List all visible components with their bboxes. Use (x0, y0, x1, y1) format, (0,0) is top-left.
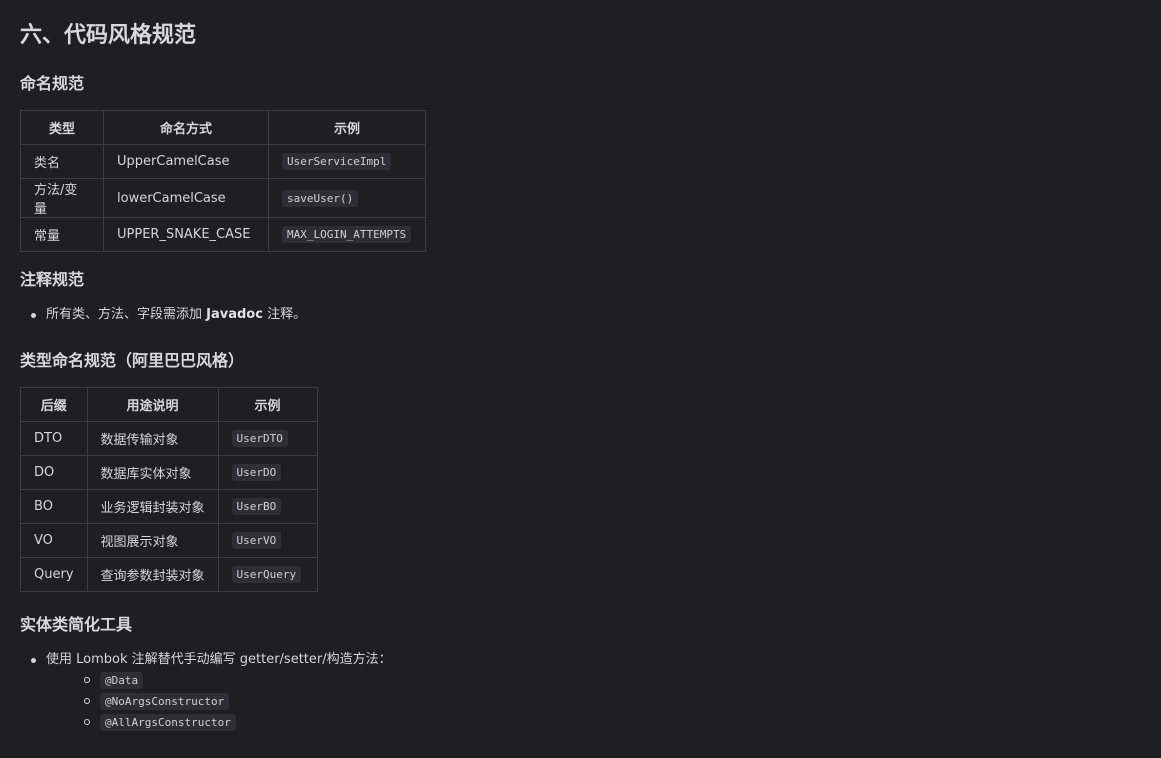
table-row: 方法/变量 lowerCamelCase saveUser() (20, 178, 426, 218)
style-cell: UpperCamelCase (103, 144, 269, 179)
type-cell: 常量 (20, 217, 104, 252)
annotation-item: @NoArgsConstructor (46, 691, 392, 712)
example-code: UserQuery (231, 566, 302, 583)
list-item: 使用 Lombok 注解替代手动编写 getter/setter/构造方法： @… (20, 650, 392, 733)
style-cell: UPPER_SNAKE_CASE (103, 217, 269, 252)
table-row: DO 数据库实体对象 UserDO (20, 455, 318, 490)
annotation-item: @AllArgsConstructor (46, 712, 392, 733)
item-text: 所有类、方法、字段需添加 (46, 307, 207, 322)
table-row: Query 查询参数封装对象 UserQuery (20, 557, 318, 592)
table-header-row: 类型 命名方式 示例 (20, 110, 426, 145)
annotation-code: @NoArgsConstructor (100, 693, 230, 710)
header-cell: 用途说明 (86, 387, 219, 422)
header-cell: 示例 (217, 387, 318, 422)
table-row: BO 业务逻辑封装对象 UserBO (20, 489, 318, 524)
example-code: MAX_LOGIN_ATTEMPTS (282, 226, 412, 243)
example-code: saveUser() (282, 189, 359, 207)
table-row: 常量 UPPER_SNAKE_CASE MAX_LOGIN_ATTEMPTS (20, 217, 426, 252)
example-cell: saveUser() (268, 178, 426, 218)
example-cell: UserDO (217, 455, 318, 490)
type-cell: 方法/变量 (20, 178, 104, 218)
annotation-list: @Data @NoArgsConstructor @AllArgsConstru… (46, 670, 392, 733)
example-code: UserBO (231, 498, 282, 515)
annotation-code: @Data (100, 672, 144, 689)
example-cell: UserQuery (217, 557, 318, 592)
suffix-cell: DTO (20, 421, 88, 456)
desc-cell: 数据库实体对象 (86, 455, 219, 490)
desc-cell: 数据传输对象 (86, 421, 219, 456)
item-text: 使用 Lombok 注解替代手动编写 getter/setter/构造方法： (46, 652, 392, 667)
header-cell: 后缀 (20, 387, 88, 422)
table-row: DTO 数据传输对象 UserDTO (20, 421, 318, 456)
example-code: UserVO (231, 532, 282, 549)
style-cell: lowerCamelCase (103, 178, 269, 218)
suffix-cell: DO (20, 455, 88, 490)
list-item: 所有类、方法、字段需添加 Javadoc 注释。 (20, 305, 306, 325)
example-code: UserDO (231, 464, 282, 481)
desc-cell: 查询参数封装对象 (86, 557, 219, 592)
table-row: VO 视图展示对象 UserVO (20, 523, 318, 558)
example-cell: UserServiceImpl (268, 144, 426, 179)
table-header-row: 后缀 用途说明 示例 (20, 387, 318, 422)
type-naming-table: 后缀 用途说明 示例 DTO 数据传输对象 UserDTO DO 数据库实体对象… (20, 387, 318, 592)
entity-tools-list: 使用 Lombok 注解替代手动编写 getter/setter/构造方法： @… (20, 650, 392, 733)
suffix-cell: BO (20, 489, 88, 524)
example-code: UserDTO (231, 430, 288, 447)
example-cell: MAX_LOGIN_ATTEMPTS (268, 217, 426, 252)
desc-cell: 业务逻辑封装对象 (86, 489, 219, 524)
comments-list: 所有类、方法、字段需添加 Javadoc 注释。 (20, 305, 306, 325)
naming-table: 类型 命名方式 示例 类名 UpperCamelCase UserService… (20, 110, 426, 252)
example-cell: UserDTO (217, 421, 318, 456)
example-cell: UserVO (217, 523, 318, 558)
table-row: 类名 UpperCamelCase UserServiceImpl (20, 144, 426, 179)
header-cell: 类型 (20, 110, 104, 145)
example-code: UserServiceImpl (282, 153, 392, 170)
desc-cell: 视图展示对象 (86, 523, 219, 558)
entity-tools-heading: 实体类简化工具 (20, 615, 133, 634)
header-cell: 示例 (268, 110, 426, 145)
suffix-cell: VO (20, 523, 88, 558)
comments-heading: 注释规范 (20, 270, 85, 289)
page-title: 六、代码风格规范 (20, 23, 197, 48)
annotation-item: @Data (46, 670, 392, 691)
example-cell: UserBO (217, 489, 318, 524)
javadoc-bold: Javadoc (206, 307, 263, 322)
type-naming-heading: 类型命名规范（阿里巴巴风格） (20, 351, 245, 370)
header-cell: 命名方式 (103, 110, 269, 145)
annotation-code: @AllArgsConstructor (100, 714, 236, 731)
item-text: 注释。 (262, 307, 307, 322)
naming-heading: 命名规范 (20, 74, 85, 93)
suffix-cell: Query (20, 557, 88, 592)
type-cell: 类名 (20, 144, 104, 179)
